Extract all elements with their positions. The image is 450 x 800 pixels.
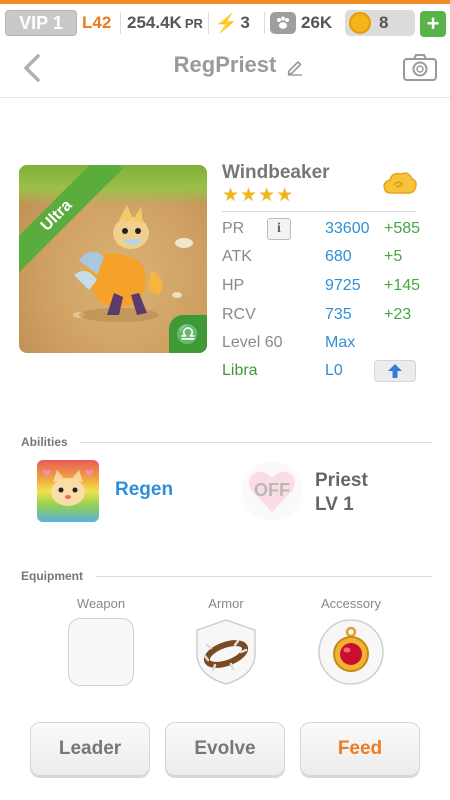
star-rating: ★★★★ [222, 185, 295, 206]
arrow-up-icon [388, 364, 402, 378]
leader-skill-off-label: OFF [254, 480, 290, 500]
stat-label: Level 60 [222, 334, 283, 351]
stat-label: Libra [222, 362, 258, 379]
add-gems-button[interactable]: + [420, 11, 446, 37]
class-name: Priest [315, 470, 368, 491]
gem-value: 8 [379, 13, 389, 32]
feed-button[interactable]: Feed [300, 722, 420, 776]
vip-badge[interactable]: VIP 1 [5, 10, 77, 36]
pencil-icon [287, 61, 302, 76]
header: RegPriest [0, 38, 450, 98]
camera-button[interactable] [402, 52, 438, 82]
stat-value: L0 [325, 362, 343, 379]
player-pr-unit: PR [184, 15, 203, 31]
ability-name: Regen [115, 479, 174, 500]
stat-row-atk: ATK 680 +5 [222, 248, 422, 272]
equip-label-accessory: Accessory [321, 596, 381, 611]
divider [208, 12, 209, 34]
equip-label-weapon: Weapon [76, 596, 126, 611]
stat-row-level: Level 60 Max [222, 334, 422, 358]
stat-bonus: +5 [384, 248, 403, 265]
monster-name: Windbeaker [222, 162, 330, 183]
paw-value: 26K [301, 13, 333, 32]
stat-row-pr: PR 33600 +585 [222, 220, 422, 244]
gem-counter: 8 [345, 10, 415, 36]
stat-bonus: +145 [384, 277, 421, 294]
cat-face-icon [43, 470, 93, 506]
stat-value: 735 [325, 306, 352, 323]
evolve-button[interactable]: Evolve [165, 722, 285, 776]
energy-value: 3 [240, 13, 250, 32]
divider [120, 12, 121, 34]
monster-portrait[interactable]: Ultra ♎ [19, 165, 207, 353]
wind-element-icon [380, 168, 418, 198]
divider [96, 576, 432, 577]
paw-icon [270, 12, 296, 34]
libra-zodiac-icon: ♎ [169, 315, 207, 353]
stat-value: Max [325, 334, 356, 351]
stat-label: ATK [222, 248, 252, 265]
stat-row-hp: HP 9725 +145 [222, 277, 422, 301]
lightning-icon: ⚡ [215, 12, 238, 33]
divider [264, 12, 265, 34]
section-title-equipment: Equipment [21, 569, 83, 583]
player-pr-value: 254.4K [127, 13, 182, 32]
status-bar: VIP 1 L42 254.4K PR ⚡ 3 26K 8 + [0, 0, 450, 38]
energy-counter: ⚡ 3 [215, 10, 250, 36]
stat-value: 9725 [325, 277, 361, 294]
divider [80, 442, 432, 443]
section-title-abilities: Abilities [21, 435, 68, 449]
player-pr: 254.4K PR [127, 10, 203, 36]
page-title: RegPriest [173, 52, 277, 77]
stat-bonus: +585 [384, 220, 421, 237]
divider [222, 211, 416, 212]
stat-label: PR [222, 220, 245, 237]
edit-name-button[interactable] [286, 58, 304, 76]
stat-value: 33600 [325, 220, 370, 237]
equip-label-armor: Armor [208, 596, 244, 611]
accessory-slot[interactable] [318, 618, 384, 686]
stat-value: 680 [325, 248, 352, 265]
class-level: LV 1 [315, 494, 354, 515]
weapon-slot[interactable] [68, 618, 134, 686]
ability-icon[interactable] [37, 460, 99, 522]
info-button[interactable]: i [267, 218, 291, 240]
leader-button[interactable]: Leader [30, 722, 150, 776]
stat-row-rcv: RCV 735 +23 [222, 306, 422, 330]
stat-label: RCV [222, 306, 256, 323]
armor-slot[interactable] [193, 618, 259, 686]
gem-coin-icon [349, 12, 371, 34]
camera-icon [403, 54, 437, 81]
paw-counter: 26K [270, 10, 332, 36]
stat-label: HP [222, 277, 245, 294]
player-level: L42 [82, 13, 112, 32]
stat-bonus: +23 [384, 306, 412, 323]
zodiac-upgrade-button[interactable] [374, 360, 416, 382]
